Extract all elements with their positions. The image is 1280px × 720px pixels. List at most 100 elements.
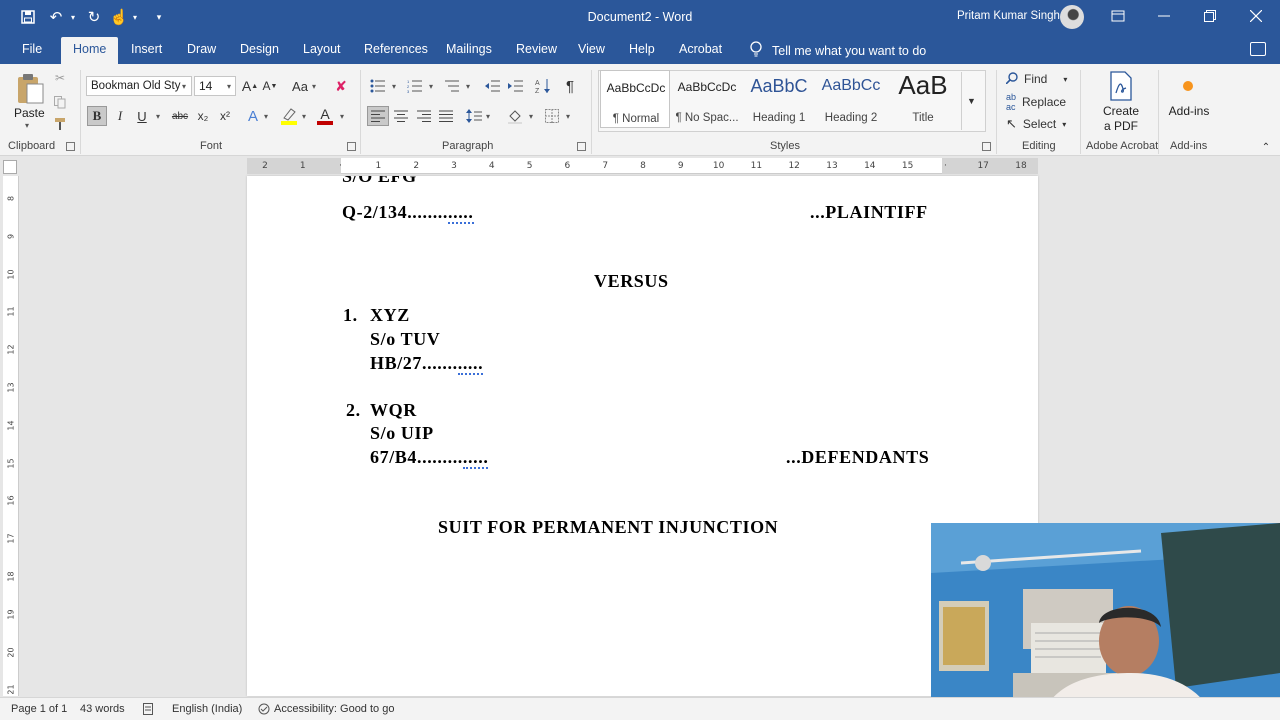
sort-icon[interactable]: AZ [533, 76, 553, 96]
document-page[interactable]: S/O EFG Q-2/134............. ...PLAINTIF… [247, 176, 1038, 696]
touch-dropdown-icon[interactable]: ▾ [130, 7, 140, 27]
shrink-font-button[interactable]: A ▼ [262, 76, 278, 96]
bold-button[interactable]: B [87, 106, 107, 126]
shading-icon[interactable] [505, 106, 525, 126]
change-case-dropdown-icon[interactable]: ▾ [312, 82, 316, 91]
line-spacing-icon[interactable] [464, 106, 484, 126]
tab-draw[interactable]: Draw [181, 34, 222, 64]
style-title[interactable]: AaB Title [888, 70, 958, 128]
word-count[interactable]: 43 words [80, 703, 125, 715]
accessibility-icon[interactable] [258, 703, 270, 718]
format-painter-icon[interactable] [52, 116, 68, 132]
select-button[interactable]: ↖ Select ▾ [1006, 115, 1076, 133]
horizontal-ruler[interactable]: 2 1 · 1 2 3 4 5 6 7 8 9 10 11 12 13 14 15 · 17 18 [247, 158, 1038, 174]
align-left-icon[interactable] [367, 106, 389, 126]
multilevel-dropdown-icon[interactable]: ▾ [466, 82, 470, 91]
tab-view[interactable]: View [572, 34, 611, 64]
text-effects-dropdown-icon[interactable]: ▾ [264, 112, 268, 121]
ribbon-display-options-icon[interactable] [1106, 6, 1130, 26]
style-heading-1[interactable]: AaBbC Heading 1 [744, 70, 814, 128]
styles-more-icon[interactable]: ▼ [961, 72, 981, 130]
increase-indent-icon[interactable] [506, 76, 526, 96]
add-ins-button[interactable]: Add-ins [1162, 104, 1216, 118]
save-icon[interactable] [18, 7, 38, 27]
style-no-spacing[interactable]: AaBbCcDc ¶ No Spac... [672, 70, 742, 128]
tab-selector[interactable] [3, 160, 17, 174]
page-count[interactable]: Page 1 of 1 [11, 703, 67, 715]
align-right-icon[interactable] [414, 106, 434, 126]
copy-icon[interactable] [52, 94, 68, 110]
clipboard-launcher-icon[interactable] [66, 142, 75, 151]
underline-button[interactable]: U [133, 106, 151, 126]
tell-me-search[interactable]: Tell me what you want to do [750, 41, 926, 60]
proofing-icon[interactable] [143, 703, 155, 718]
decrease-indent-icon[interactable] [483, 76, 503, 96]
collapse-ribbon-icon[interactable]: ⌃ [1260, 142, 1272, 153]
paste-label[interactable]: Paste [14, 106, 45, 120]
numbering-icon[interactable]: 123 [405, 76, 425, 96]
shading-dropdown-icon[interactable]: ▾ [529, 112, 533, 121]
tab-insert[interactable]: Insert [125, 34, 168, 64]
tab-acrobat[interactable]: Acrobat [673, 34, 728, 64]
tab-design[interactable]: Design [234, 34, 285, 64]
tab-review[interactable]: Review [510, 34, 563, 64]
superscript-button[interactable]: x² [216, 106, 234, 126]
justify-icon[interactable] [436, 106, 456, 126]
style-normal[interactable]: AaBbCcDc ¶ Normal [600, 70, 670, 128]
font-color-button[interactable]: A [315, 106, 335, 126]
italic-button[interactable]: I [111, 106, 129, 126]
style-heading-2[interactable]: AaBbCc Heading 2 [816, 70, 886, 128]
paste-icon[interactable] [14, 72, 46, 106]
highlight-dropdown-icon[interactable]: ▾ [302, 112, 306, 121]
accessibility-status[interactable]: Accessibility: Good to go [274, 703, 394, 715]
align-center-icon[interactable] [391, 106, 411, 126]
language[interactable]: English (India) [172, 703, 242, 715]
clear-formatting-icon[interactable]: ✘ [332, 76, 350, 96]
redo-icon[interactable]: ↻ [84, 7, 104, 27]
paste-dropdown-icon[interactable]: ▾ [25, 121, 29, 130]
find-button[interactable]: Find ▾ [1005, 70, 1076, 88]
font-launcher-icon[interactable] [347, 142, 356, 151]
line-spacing-dropdown-icon[interactable]: ▾ [486, 112, 490, 121]
font-size-dropdown-icon[interactable]: ▾ [227, 82, 231, 91]
customize-toolbar-icon[interactable]: ▾ [152, 7, 166, 27]
strikethrough-button[interactable]: abc [169, 106, 191, 126]
add-ins-icon[interactable] [1180, 78, 1196, 94]
bullets-dropdown-icon[interactable]: ▾ [392, 82, 396, 91]
user-name[interactable]: Pritam Kumar Singh [957, 10, 1060, 22]
paragraph-launcher-icon[interactable] [577, 142, 586, 151]
styles-launcher-icon[interactable] [982, 142, 991, 151]
multilevel-list-icon[interactable] [442, 76, 462, 96]
tab-mailings[interactable]: Mailings [440, 34, 498, 64]
font-name-dropdown-icon[interactable]: ▾ [182, 82, 186, 91]
tab-help[interactable]: Help [623, 34, 661, 64]
font-color-dropdown-icon[interactable]: ▾ [340, 112, 344, 121]
tab-layout[interactable]: Layout [297, 34, 347, 64]
touch-mode-icon[interactable]: ☝ [110, 7, 129, 27]
undo-dropdown-icon[interactable]: ▾ [68, 7, 78, 27]
grow-font-button[interactable]: A ▲ [242, 76, 258, 96]
highlight-icon[interactable] [278, 106, 300, 126]
undo-icon[interactable]: ↶ [46, 7, 66, 27]
comments-icon[interactable] [1250, 42, 1266, 56]
borders-icon[interactable] [542, 106, 562, 126]
vertical-ruler[interactable]: 8 9 10 11 12 13 14 15 16 17 18 19 20 21 [3, 176, 19, 696]
font-name-box[interactable]: Bookman Old Sty [86, 76, 192, 96]
close-icon[interactable] [1244, 6, 1268, 26]
bullets-icon[interactable] [368, 76, 388, 96]
borders-dropdown-icon[interactable]: ▾ [566, 112, 570, 121]
show-formatting-marks-button[interactable]: ¶ [560, 76, 580, 96]
underline-dropdown-icon[interactable]: ▾ [156, 112, 160, 121]
change-case-button[interactable]: Aa [290, 76, 310, 96]
minimize-icon[interactable] [1152, 6, 1176, 26]
tab-home[interactable]: Home [61, 37, 119, 64]
subscript-button[interactable]: x₂ [194, 106, 212, 126]
numbering-dropdown-icon[interactable]: ▾ [429, 82, 433, 91]
create-pdf-icon[interactable] [1106, 70, 1136, 102]
create-pdf-button[interactable]: Create a PDF [1096, 104, 1146, 134]
replace-button[interactable]: ab ac Replace [1006, 92, 1086, 112]
cut-icon[interactable]: ✂ [52, 70, 68, 86]
text-effects-button[interactable]: A [244, 106, 262, 126]
tab-file[interactable]: File [16, 34, 48, 64]
avatar[interactable] [1060, 5, 1084, 29]
